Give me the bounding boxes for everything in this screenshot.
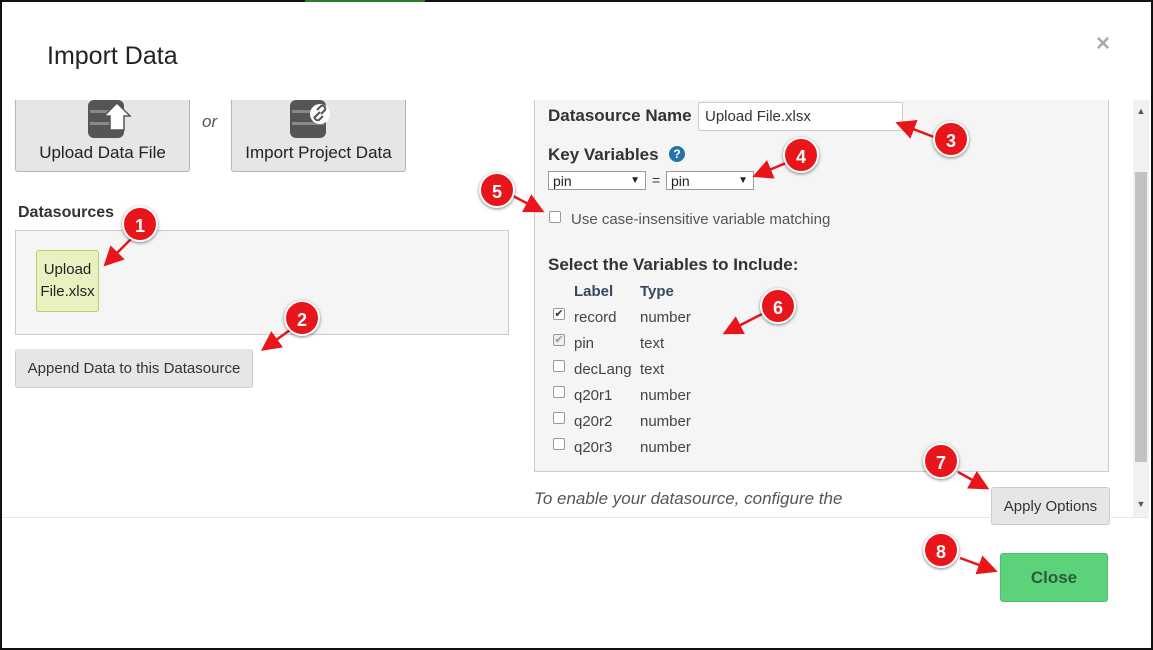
callout-badge-3: 3 <box>933 121 969 157</box>
callout-badge-8: 8 <box>923 532 959 568</box>
callout-arrow-3 <box>895 120 935 139</box>
callout-arrow-7 <box>957 470 990 490</box>
callout-arrow-5 <box>512 194 545 213</box>
callout-badge-5: 5 <box>479 172 515 208</box>
callout-arrows <box>103 120 998 575</box>
callout-badge-4: 4 <box>783 137 819 173</box>
callout-arrow-4 <box>752 160 787 179</box>
callout-arrow-6 <box>722 312 763 335</box>
callout-arrow-2 <box>260 328 291 351</box>
callout-badge-2: 2 <box>284 300 320 336</box>
callout-badge-7: 7 <box>923 443 959 479</box>
callout-badge-1: 1 <box>122 206 158 242</box>
callout-arrow-1 <box>103 237 133 267</box>
callout-arrow-8 <box>959 555 998 575</box>
callout-badge-6: 6 <box>760 288 796 324</box>
